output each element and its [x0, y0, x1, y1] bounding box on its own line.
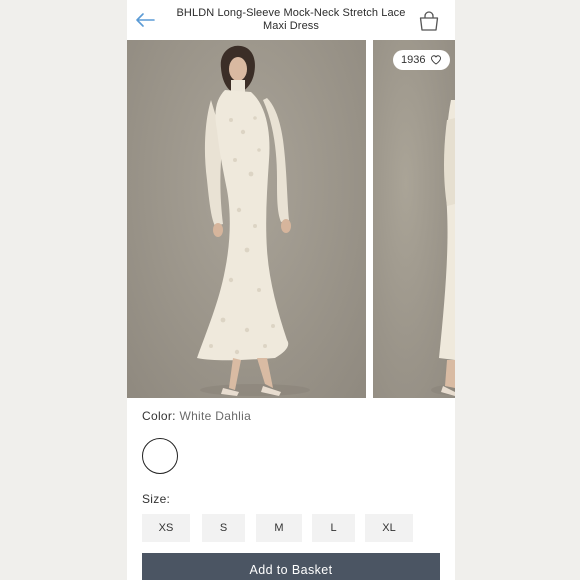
product-screen: BHLDN Long-Sleeve Mock-Neck Stretch Lace… [127, 0, 455, 580]
color-swatch-white-dahlia[interactable] [142, 438, 178, 474]
shopping-bag-icon[interactable] [417, 9, 441, 33]
color-selection-label: Color: White Dahlia [142, 409, 251, 423]
left-backdrop [0, 0, 127, 580]
size-option-xs[interactable]: XS [142, 514, 190, 542]
size-option-xl[interactable]: XL [365, 514, 413, 542]
right-backdrop [455, 0, 580, 580]
color-label: Color: [142, 409, 176, 423]
size-option-m[interactable]: M [256, 514, 302, 542]
size-option-l[interactable]: L [312, 514, 355, 542]
like-count: 1936 [401, 54, 426, 66]
like-count-badge[interactable]: 1936 [393, 50, 451, 70]
color-value: White Dahlia [179, 409, 252, 423]
heart-outline-icon [431, 55, 442, 65]
back-arrow-icon[interactable] [133, 8, 157, 32]
add-to-basket-button[interactable]: Add to Basket [142, 553, 440, 580]
page-title: BHLDN Long-Sleeve Mock-Neck Stretch Lace… [176, 7, 406, 32]
header: BHLDN Long-Sleeve Mock-Neck Stretch Lace… [127, 0, 455, 40]
size-option-s[interactable]: S [202, 514, 245, 542]
size-label: Size: [142, 492, 171, 506]
product-photo-main[interactable] [127, 40, 366, 398]
product-photo-next[interactable] [373, 40, 455, 398]
product-gallery[interactable]: 1936 [127, 40, 455, 398]
size-options: XS S M L XL [142, 514, 442, 542]
